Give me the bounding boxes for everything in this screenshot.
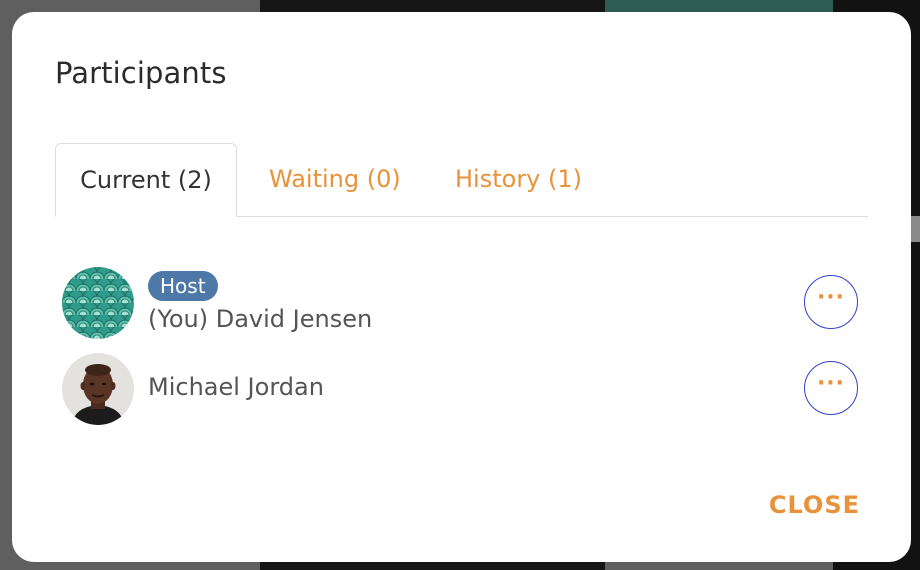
tab-waiting[interactable]: Waiting (0) (269, 143, 401, 216)
more-options-button[interactable]: ··· (804, 361, 858, 415)
tab-current[interactable]: Current (2) (55, 143, 237, 217)
host-badge: Host (148, 271, 218, 301)
more-options-button[interactable]: ··· (804, 275, 858, 329)
participants-dialog: Participants Current (2) Waiting (0) His… (12, 12, 911, 562)
participant-row: Michael Jordan ··· (62, 353, 862, 425)
participants-tabs: Current (2) Waiting (0) History (1) (55, 143, 868, 217)
participant-row: Host (You) David Jensen ··· (62, 267, 862, 339)
participant-name: (You) David Jensen (148, 305, 373, 333)
close-button[interactable]: CLOSE (769, 491, 860, 519)
tab-history[interactable]: History (1) (455, 143, 582, 216)
dialog-title: Participants (55, 56, 227, 90)
participant-name: Michael Jordan (148, 373, 324, 401)
portrait-avatar (62, 353, 134, 425)
teal-pattern-avatar (62, 267, 134, 339)
